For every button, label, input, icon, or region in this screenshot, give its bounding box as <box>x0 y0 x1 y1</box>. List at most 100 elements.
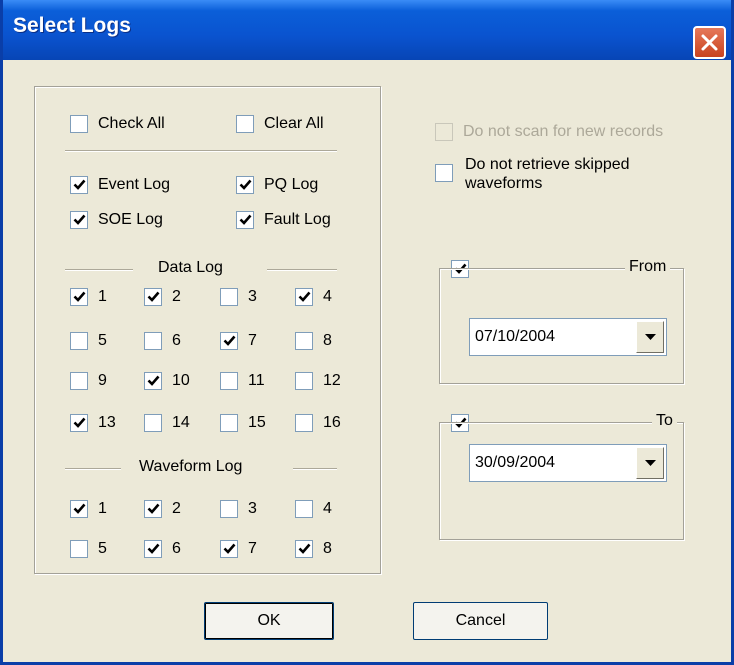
data-log-checkbox-7-box[interactable] <box>220 332 238 350</box>
to-date-picker[interactable]: 30/09/2004 <box>469 444 667 482</box>
waveform-log-checkbox-6-label: 6 <box>172 540 181 557</box>
title-bar[interactable]: Select Logs <box>3 0 731 60</box>
data-log-checkbox-11-box[interactable] <box>220 372 238 390</box>
data-log-checkbox-5-box[interactable] <box>70 332 88 350</box>
check-all-checkbox-box[interactable] <box>70 115 88 133</box>
waveform-log-checkbox-7-label: 7 <box>248 540 257 557</box>
checkmark-icon <box>147 375 160 386</box>
waveform-log-checkbox-5[interactable]: 5 <box>70 538 107 560</box>
data-log-checkbox-12-box[interactable] <box>295 372 313 390</box>
event-log-checkbox[interactable]: Event Log <box>70 174 170 196</box>
waveform-log-checkbox-2[interactable]: 2 <box>144 498 181 520</box>
data-log-checkbox-9[interactable]: 9 <box>70 370 107 392</box>
from-date-dropdown-button[interactable] <box>636 321 664 353</box>
separator <box>65 468 121 470</box>
data-log-checkbox-2-label: 2 <box>172 288 181 305</box>
event-log-checkbox-label: Event Log <box>98 176 171 193</box>
data-log-checkbox-1[interactable]: 1 <box>70 286 107 308</box>
clear-all-checkbox-label: Clear All <box>264 115 324 132</box>
waveform-log-checkbox-7[interactable]: 7 <box>220 538 257 560</box>
data-log-checkbox-8-label: 8 <box>323 332 332 349</box>
data-log-checkbox-5[interactable]: 5 <box>70 330 107 352</box>
pq-log-checkbox-box[interactable] <box>236 176 254 194</box>
clear-all-checkbox-box[interactable] <box>236 115 254 133</box>
data-log-checkbox-1-box[interactable] <box>70 288 88 306</box>
data-log-checkbox-6-box[interactable] <box>144 332 162 350</box>
waveform-log-checkbox-3-box[interactable] <box>220 500 238 518</box>
checkmark-icon <box>73 291 86 302</box>
data-log-checkbox-14[interactable]: 14 <box>144 412 190 434</box>
check-all-checkbox-label: Check All <box>98 115 165 132</box>
data-log-checkbox-3-box[interactable] <box>220 288 238 306</box>
fault-log-checkbox[interactable]: Fault Log <box>236 209 331 231</box>
fault-log-checkbox-box[interactable] <box>236 211 254 229</box>
data-log-checkbox-8-box[interactable] <box>295 332 313 350</box>
no-retrieve-skipped-waveforms-checkbox-box[interactable] <box>435 164 453 182</box>
data-log-checkbox-15-box[interactable] <box>220 414 238 432</box>
cancel-button[interactable]: Cancel <box>413 602 548 640</box>
from-date-picker[interactable]: 07/10/2004 <box>469 318 667 356</box>
separator <box>65 269 133 271</box>
fault-log-checkbox-label: Fault Log <box>264 211 331 228</box>
waveform-log-checkbox-7-box[interactable] <box>220 540 238 558</box>
data-log-checkbox-14-box[interactable] <box>144 414 162 432</box>
waveform-log-checkbox-6[interactable]: 6 <box>144 538 181 560</box>
data-log-checkbox-4-box[interactable] <box>295 288 313 306</box>
waveform-log-checkbox-1-label: 1 <box>98 500 107 517</box>
waveform-log-checkbox-5-label: 5 <box>98 540 107 557</box>
data-log-checkbox-12[interactable]: 12 <box>295 370 341 392</box>
data-log-checkbox-10[interactable]: 10 <box>144 370 190 392</box>
waveform-log-checkbox-3[interactable]: 3 <box>220 498 257 520</box>
waveform-log-checkbox-4-label: 4 <box>323 500 332 517</box>
waveform-log-checkbox-6-box[interactable] <box>144 540 162 558</box>
waveform-log-checkbox-1-box[interactable] <box>70 500 88 518</box>
check-all-checkbox[interactable]: Check All <box>70 113 165 135</box>
ok-button[interactable]: OK <box>204 602 334 640</box>
data-log-checkbox-8[interactable]: 8 <box>295 330 332 352</box>
pq-log-checkbox[interactable]: PQ Log <box>236 174 318 196</box>
waveform-log-checkbox-1[interactable]: 1 <box>70 498 107 520</box>
data-log-checkbox-13[interactable]: 13 <box>70 412 116 434</box>
waveform-log-checkbox-4-box[interactable] <box>295 500 313 518</box>
data-log-checkbox-15-label: 15 <box>248 414 266 431</box>
data-log-checkbox-11[interactable]: 11 <box>220 370 265 392</box>
waveform-log-checkbox-2-box[interactable] <box>144 500 162 518</box>
data-log-checkbox-10-box[interactable] <box>144 372 162 390</box>
clear-all-checkbox[interactable]: Clear All <box>236 113 324 135</box>
checkmark-icon <box>298 291 311 302</box>
checkmark-icon <box>239 214 252 225</box>
data-log-checkbox-16-box[interactable] <box>295 414 313 432</box>
close-button[interactable] <box>693 26 726 59</box>
waveform-log-checkbox-5-box[interactable] <box>70 540 88 558</box>
data-log-checkbox-2-box[interactable] <box>144 288 162 306</box>
data-log-checkbox-4[interactable]: 4 <box>295 286 332 308</box>
waveform-log-checkbox-8-box[interactable] <box>295 540 313 558</box>
soe-log-checkbox[interactable]: SOE Log <box>70 209 163 231</box>
data-log-checkbox-13-label: 13 <box>98 414 116 431</box>
pq-log-checkbox-label: PQ Log <box>264 176 319 193</box>
data-log-checkbox-7[interactable]: 7 <box>220 330 257 352</box>
checkmark-icon <box>147 503 160 514</box>
to-date-dropdown-button[interactable] <box>636 447 664 479</box>
no-retrieve-skipped-waveforms-checkbox[interactable]: Do not retrieve skipped waveforms <box>435 155 630 199</box>
data-log-checkbox-16[interactable]: 16 <box>295 412 341 434</box>
waveform-log-checkbox-3-label: 3 <box>248 500 257 517</box>
waveform-log-checkbox-8[interactable]: 8 <box>295 538 332 560</box>
soe-log-checkbox-box[interactable] <box>70 211 88 229</box>
checkmark-icon <box>73 214 86 225</box>
from-date-value: 07/10/2004 <box>475 328 556 345</box>
data-log-checkbox-9-box[interactable] <box>70 372 88 390</box>
event-log-checkbox-box[interactable] <box>70 176 88 194</box>
no-retrieve-skipped-waveforms-label: Do not retrieve skipped waveforms <box>465 155 630 193</box>
data-log-checkbox-6-label: 6 <box>172 332 181 349</box>
data-log-checkbox-13-box[interactable] <box>70 414 88 432</box>
soe-log-checkbox-label: SOE Log <box>98 211 163 228</box>
waveform-log-checkbox-4[interactable]: 4 <box>295 498 332 520</box>
no-scan-new-records-checkbox: Do not scan for new records <box>435 121 663 143</box>
data-log-checkbox-2[interactable]: 2 <box>144 286 181 308</box>
no-retrieve-skipped-waveforms-label-line1: Do not retrieve skipped <box>465 156 630 173</box>
data-log-title: Data Log <box>158 259 223 276</box>
data-log-checkbox-6[interactable]: 6 <box>144 330 181 352</box>
data-log-checkbox-3[interactable]: 3 <box>220 286 257 308</box>
data-log-checkbox-15[interactable]: 15 <box>220 412 266 434</box>
